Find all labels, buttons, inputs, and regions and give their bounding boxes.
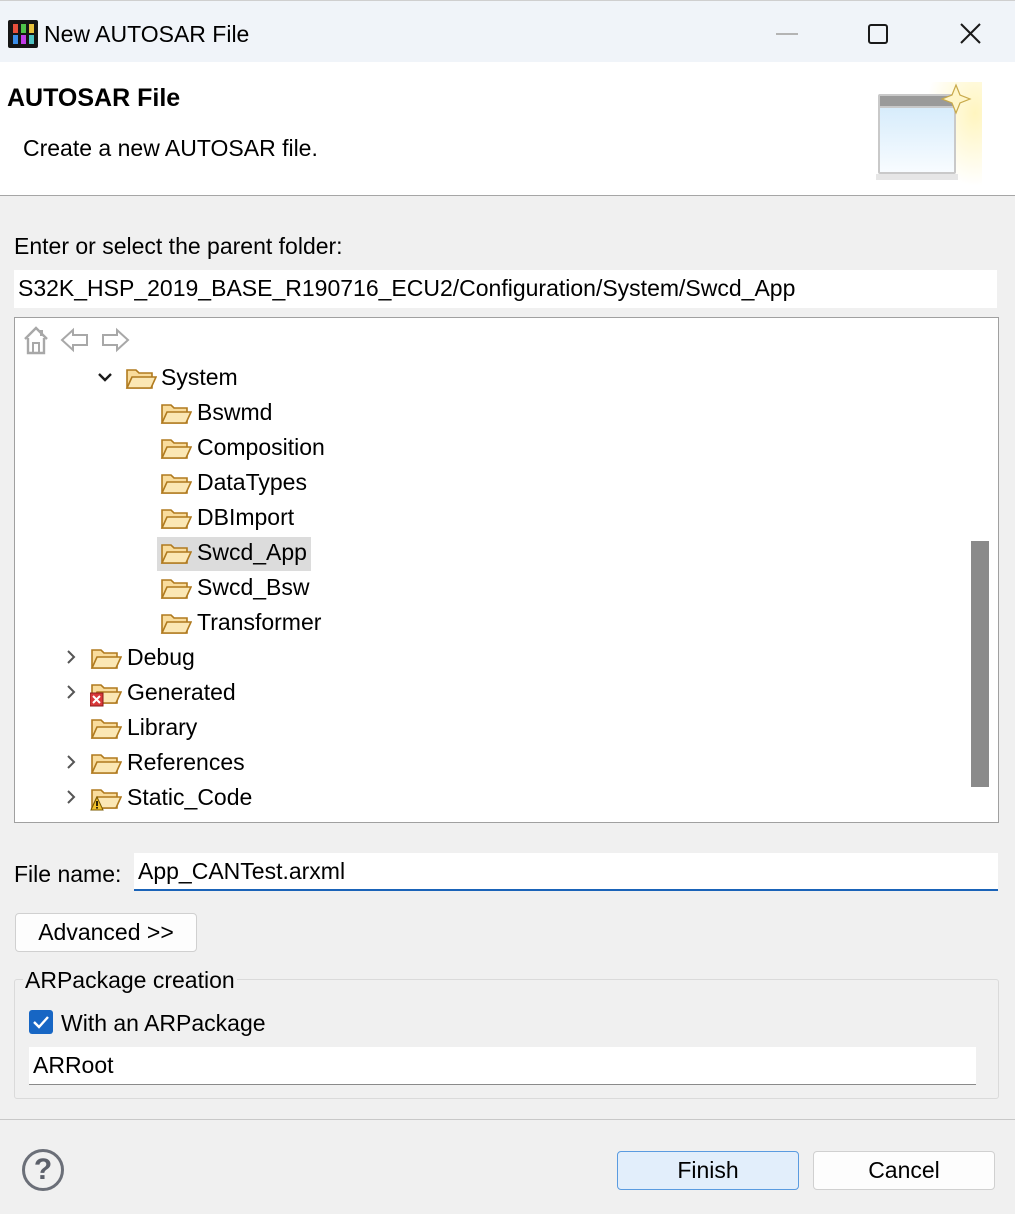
scrollbar-thumb[interactable] xyxy=(971,541,989,787)
folder-open-icon xyxy=(125,364,158,392)
arpackage-group: ARPackage creation With an ARPackage ARR… xyxy=(14,967,999,1099)
chevron-right-icon[interactable] xyxy=(61,682,81,702)
tree-item-label: DataTypes xyxy=(197,469,307,495)
tree-item-label: References xyxy=(127,749,245,775)
tree-item-label: Swcd_Bsw xyxy=(197,574,310,600)
with-arpackage-label[interactable]: With an ARPackage xyxy=(61,1010,266,1037)
app-icon xyxy=(8,20,38,48)
folder-icon xyxy=(160,574,193,602)
tree-item-label: Generated xyxy=(127,679,236,705)
checkmark-icon xyxy=(33,1016,49,1029)
tree-item-label: Bswmd xyxy=(197,399,273,425)
tree-item-composition[interactable]: Composition xyxy=(15,432,955,464)
chevron-right-icon[interactable] xyxy=(61,647,81,667)
tree-item-label: System xyxy=(161,364,238,390)
tree-item-label: Debug xyxy=(127,644,195,670)
maximize-icon xyxy=(868,24,888,44)
page-description: Create a new AUTOSAR file. xyxy=(23,135,318,161)
back-arrow-icon[interactable] xyxy=(59,324,91,356)
folder-icon xyxy=(160,539,193,567)
tree-item-system[interactable]: System xyxy=(15,362,955,394)
folder-tree-panel: System Bswmd Composition DataTypes DBImport S… xyxy=(14,317,999,823)
arpackage-name-input[interactable]: ARRoot xyxy=(29,1047,976,1085)
tree-item-library[interactable]: Library xyxy=(15,712,955,744)
folder-icon xyxy=(90,749,123,777)
window-title: New AUTOSAR File xyxy=(44,21,250,47)
tree-scrollbar[interactable] xyxy=(963,358,998,820)
parent-folder-input[interactable]: S32K_HSP_2019_BASE_R190716_ECU2/Configur… xyxy=(14,270,997,308)
tree-item-debug[interactable]: Debug xyxy=(15,642,955,674)
wizard-banner: AUTOSAR File Create a new AUTOSAR file. xyxy=(0,62,1015,196)
tree-item-generated[interactable]: Generated xyxy=(15,677,955,709)
folder-warning-icon xyxy=(90,784,123,812)
maximize-button[interactable] xyxy=(856,15,902,53)
tree-item-datatypes[interactable]: DataTypes xyxy=(15,467,955,499)
arpackage-group-legend: ARPackage creation xyxy=(23,967,237,994)
folder-error-icon xyxy=(89,679,123,707)
folder-icon xyxy=(90,644,123,672)
file-name-input[interactable]: App_CANTest.arxml xyxy=(134,853,998,891)
close-icon xyxy=(960,23,981,44)
footer-separator xyxy=(0,1119,1015,1120)
title-bar: New AUTOSAR File xyxy=(0,0,1015,62)
tree-item-swcd-app[interactable]: Swcd_App xyxy=(15,537,955,571)
page-title: AUTOSAR File xyxy=(7,84,181,112)
folder-icon xyxy=(160,469,193,497)
with-arpackage-checkbox[interactable] xyxy=(29,1010,53,1034)
folder-icon xyxy=(160,434,193,462)
tree-item-static-code[interactable]: Static_Code xyxy=(15,782,955,814)
minimize-button[interactable] xyxy=(764,15,810,53)
folder-icon xyxy=(160,504,193,532)
cancel-button[interactable]: Cancel xyxy=(813,1151,995,1190)
folder-tree: System Bswmd Composition DataTypes DBImport S… xyxy=(15,358,963,822)
chevron-down-icon[interactable] xyxy=(95,367,115,387)
tree-item-label: Transformer xyxy=(197,609,322,635)
folder-icon xyxy=(160,609,193,637)
chevron-right-icon[interactable] xyxy=(61,752,81,772)
tree-item-bswmd[interactable]: Bswmd xyxy=(15,397,955,429)
folder-icon xyxy=(90,714,123,742)
tree-item-label: Static_Code xyxy=(127,784,253,810)
advanced-button[interactable]: Advanced >> xyxy=(15,913,197,952)
tree-item-label: Swcd_App xyxy=(197,539,307,565)
tree-item-swcd-bsw[interactable]: Swcd_Bsw xyxy=(15,572,955,604)
parent-folder-label: Enter or select the parent folder: xyxy=(14,233,343,259)
folder-icon xyxy=(160,399,193,427)
tree-item-label: Library xyxy=(127,714,198,740)
new-file-wizard-icon xyxy=(876,82,982,186)
tree-item-dbimport[interactable]: DBImport xyxy=(15,502,955,534)
forward-arrow-icon[interactable] xyxy=(99,324,131,356)
chevron-right-icon[interactable] xyxy=(61,787,81,807)
file-name-label: File name: xyxy=(14,861,122,887)
tree-item-label: DBImport xyxy=(197,504,295,530)
finish-button[interactable]: Finish xyxy=(617,1151,799,1190)
help-icon[interactable]: ? xyxy=(22,1149,64,1191)
tree-item-references[interactable]: References xyxy=(15,747,955,779)
tree-item-transformer[interactable]: Transformer xyxy=(15,607,955,639)
minimize-icon xyxy=(776,33,798,35)
close-button[interactable] xyxy=(948,15,994,53)
home-icon[interactable] xyxy=(21,324,51,356)
tree-item-label: Composition xyxy=(197,434,325,460)
